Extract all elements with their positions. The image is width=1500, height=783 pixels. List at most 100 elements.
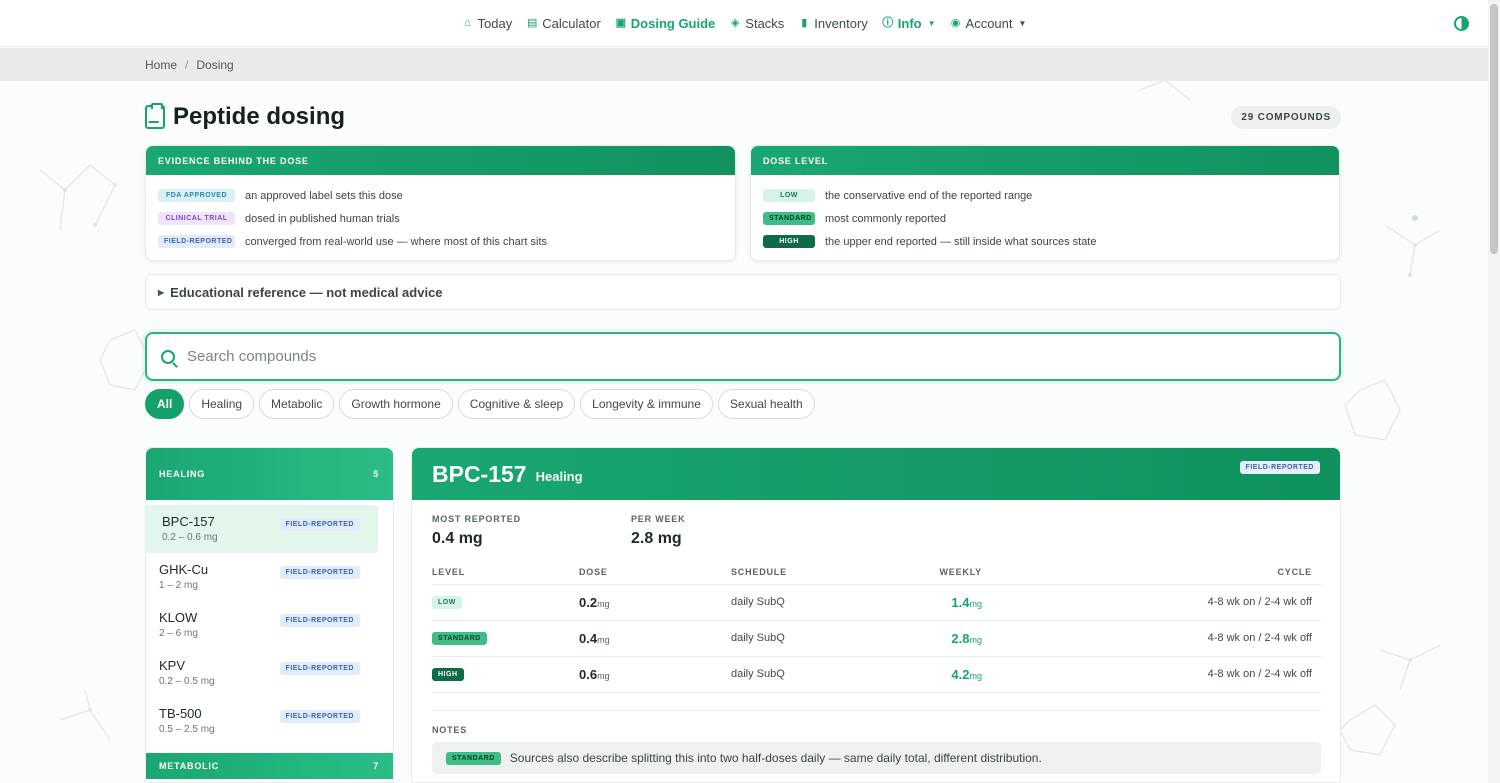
group-count: 7 — [373, 761, 379, 771]
vial-icon: ▮ — [801, 17, 808, 29]
nav-today[interactable]: ⌂ Today — [462, 15, 513, 31]
schedule-cell: daily SubQ — [731, 620, 931, 657]
filter-sexual-health[interactable]: Sexual health — [717, 389, 815, 419]
weekly-value: 2.8 — [951, 630, 970, 646]
filter-cognitive-sleep[interactable]: Cognitive & sleep — [457, 389, 576, 419]
nav-account-dropdown[interactable]: ◉ Account ▼ — [950, 16, 1027, 31]
column-header: LEVEL — [432, 561, 579, 585]
cycle-cell: 4-8 wk on / 2-4 wk off — [982, 620, 1322, 657]
filter-healing[interactable]: Healing — [189, 389, 255, 419]
search-icon — [161, 349, 175, 364]
evidence-legend-card: EVIDENCE BEHIND THE DOSE FDA APPROVED an… — [145, 145, 736, 261]
chevron-down-icon: ▼ — [927, 18, 936, 28]
standard-badge: STANDARD — [432, 632, 487, 645]
group-name: METABOLIC — [159, 761, 220, 771]
clipboard-icon: ▣ — [615, 17, 626, 29]
filter-metabolic[interactable]: Metabolic — [259, 389, 335, 419]
low-badge: LOW — [432, 596, 462, 609]
theme-toggle-icon[interactable] — [1454, 16, 1469, 31]
group-header-metabolic[interactable]: METABOLIC 7 — [146, 753, 393, 779]
nav-label: Calculator — [542, 15, 601, 31]
breadcrumb-home[interactable]: Home — [145, 58, 177, 72]
stat-value: 2.8 mg — [631, 530, 682, 547]
legend-text: converged from real-world use — where mo… — [245, 235, 548, 248]
compound-item-klow[interactable]: KLOW 2 – 6 mg FIELD-REPORTED — [146, 601, 378, 649]
compound-item-bpc-157[interactable]: BPC-157 0.2 – 0.6 mg FIELD-REPORTED — [146, 505, 378, 553]
nav-label: Info — [897, 15, 922, 31]
nav-label: Dosing Guide — [630, 15, 716, 31]
field-reported-badge: FIELD-REPORTED — [279, 662, 360, 675]
group-name: HEALING — [159, 469, 206, 479]
nav-info-dropdown[interactable]: ⓘ Info ▼ — [882, 15, 936, 31]
dose-unit: mg — [597, 598, 610, 609]
fda-approved-badge: FDA APPROVED — [158, 189, 235, 202]
disclaimer-toggle[interactable]: ▶ Educational reference — not medical ad… — [145, 274, 1341, 310]
stat-label: MOST REPORTED — [432, 514, 521, 524]
detail-category: Healing — [535, 469, 583, 484]
compound-item-ghk-cu[interactable]: GHK-Cu 1 – 2 mg FIELD-REPORTED — [146, 553, 378, 601]
user-icon: ◉ — [950, 17, 961, 29]
compound-range: 0.5 – 2.5 mg — [159, 724, 215, 735]
compound-range: 0.2 – 0.5 mg — [159, 676, 215, 687]
compound-count-badge: 29 COMPOUNDS — [1231, 105, 1341, 129]
legend-text: dosed in published human trials — [245, 212, 400, 225]
filter-all[interactable]: All — [145, 389, 185, 419]
legend-row: HIGH the upper end reported — still insi… — [763, 230, 1327, 253]
nav-inventory[interactable]: ▮ Inventory — [798, 15, 868, 31]
nav-label: Today — [477, 15, 513, 31]
search-input[interactable] — [187, 348, 1339, 365]
stat-label: PER WEEK — [631, 514, 686, 524]
legend-text: the conservative end of the reported ran… — [825, 189, 1033, 202]
page-header: Peptide dosing 29 COMPOUNDS — [145, 102, 1341, 132]
nav-label: Inventory — [814, 15, 868, 31]
schedule-cell: daily SubQ — [731, 584, 931, 621]
field-reported-badge: FIELD-REPORTED — [279, 518, 360, 531]
detail-header: BPC-157 Healing FIELD-REPORTED — [412, 448, 1340, 500]
field-reported-badge: FIELD-REPORTED — [1239, 461, 1320, 474]
nav-stacks[interactable]: ◈ Stacks — [729, 16, 784, 31]
schedule-cell: daily SubQ — [731, 656, 931, 693]
legend-row: FIELD-REPORTED converged from real-world… — [158, 230, 723, 253]
weekly-unit: mg — [969, 598, 982, 609]
home-icon: ⌂ — [464, 17, 471, 29]
filter-growth-hormone[interactable]: Growth hormone — [339, 389, 453, 419]
standard-badge: STANDARD — [763, 212, 815, 225]
weekly-unit: mg — [969, 634, 982, 645]
dose-value: 0.2 — [579, 594, 598, 610]
group-count: 5 — [373, 469, 379, 479]
compound-item-kpv[interactable]: KPV 0.2 – 0.5 mg FIELD-REPORTED — [146, 649, 378, 697]
dose-level-legend-card: DOSE LEVEL LOW the conservative end of t… — [750, 145, 1340, 261]
scrollbar-thumb[interactable] — [1490, 4, 1498, 254]
legend-text: most commonly reported — [825, 212, 947, 225]
legend-row: FDA APPROVED an approved label sets this… — [158, 184, 723, 207]
compound-list-panel: HEALING 5 BPC-157 0.2 – 0.6 mg FIELD-REP… — [145, 447, 394, 783]
legend-row: CLINICAL TRIAL dosed in published human … — [158, 207, 723, 230]
nav-calculator[interactable]: ▤ Calculator — [526, 16, 601, 31]
weekly-value: 1.4 — [951, 594, 970, 610]
table-row: LOW 0.2mg daily SubQ 1.4mg 4-8 wk on / 2… — [432, 584, 1322, 621]
filter-longevity-immune[interactable]: Longevity & immune — [580, 389, 713, 419]
nav-dosing-guide[interactable]: ▣ Dosing Guide — [615, 16, 716, 31]
top-navigation: ⌂ Today ▤ Calculator ▣ Dosing Guide ◈ St… — [0, 0, 1488, 47]
chevron-right-icon: ▶ — [158, 287, 165, 297]
legend-row: LOW the conservative end of the reported… — [763, 184, 1327, 207]
field-reported-badge: FIELD-REPORTED — [279, 710, 360, 723]
info-icon: ⓘ — [882, 17, 894, 29]
stat-value: 0.4 mg — [432, 530, 483, 547]
table-row: HIGH 0.6mg daily SubQ 4.2mg 4-8 wk on / … — [432, 656, 1322, 693]
group-header-healing[interactable]: HEALING 5 — [146, 448, 393, 500]
weekly-value: 4.2 — [951, 666, 970, 682]
high-badge: HIGH — [432, 668, 464, 681]
nav-label: Stacks — [745, 15, 785, 31]
clinical-trial-badge: CLINICAL TRIAL — [158, 212, 235, 225]
legend-text: an approved label sets this dose — [245, 189, 403, 202]
breadcrumb: Home / Dosing — [0, 48, 1488, 81]
note-text: Sources also describe splitting this int… — [509, 751, 1042, 765]
column-header: CYCLE — [982, 561, 1322, 585]
column-header: SCHEDULE — [731, 561, 931, 585]
dose-level-legend-title: DOSE LEVEL — [751, 146, 1339, 175]
page-scrollbar[interactable] — [1488, 0, 1500, 783]
nav-label: Account — [965, 15, 1013, 31]
compound-item-tb-500[interactable]: TB-500 0.5 – 2.5 mg FIELD-REPORTED — [146, 697, 378, 745]
low-badge: LOW — [763, 189, 815, 202]
